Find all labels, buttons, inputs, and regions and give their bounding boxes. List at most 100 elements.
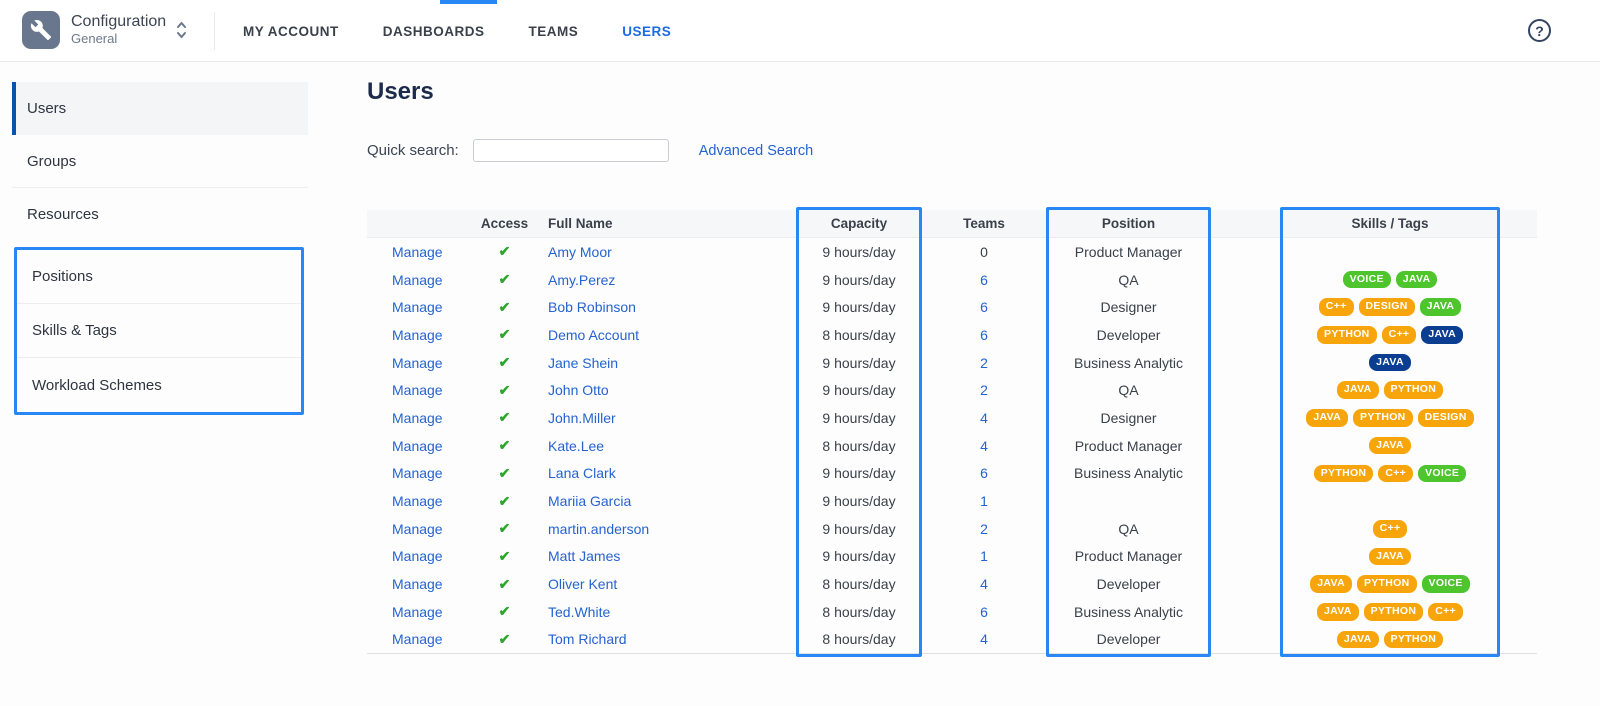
skill-tag: PYTHON — [1364, 603, 1424, 621]
skills-cell: VOICEJAVA — [1283, 271, 1497, 289]
sidebar-item-resources[interactable]: Resources — [12, 188, 308, 241]
access-check-icon: ✔ — [499, 520, 511, 536]
advanced-search-link[interactable]: Advanced Search — [699, 143, 813, 159]
skill-tag: PYTHON — [1384, 381, 1444, 399]
position-cell: Developer — [1049, 631, 1208, 647]
user-name-link[interactable]: Amy Moor — [548, 244, 612, 260]
sidebar-item-workload-schemes[interactable]: Workload Schemes — [17, 358, 301, 412]
help-icon[interactable]: ? — [1528, 19, 1551, 42]
topbar-divider — [214, 12, 215, 50]
manage-link[interactable]: Manage — [392, 576, 443, 592]
manage-link[interactable]: Manage — [392, 244, 443, 260]
skill-tag: DESIGN — [1418, 409, 1474, 427]
nav-item-users[interactable]: USERS — [622, 24, 671, 39]
teams-count-link[interactable]: 6 — [980, 272, 988, 288]
user-name-link[interactable]: Matt James — [548, 548, 620, 564]
manage-link[interactable]: Manage — [392, 521, 443, 537]
user-name-link[interactable]: Demo Account — [548, 327, 639, 343]
user-name-link[interactable]: martin.anderson — [548, 521, 649, 537]
teams-count-link[interactable]: 1 — [980, 493, 988, 509]
manage-link[interactable]: Manage — [392, 548, 443, 564]
chevron-up-down-icon[interactable] — [175, 19, 188, 41]
teams-count-link[interactable]: 2 — [980, 521, 988, 537]
full-name-cell: John Otto — [532, 382, 799, 398]
sidebar: Users Groups Resources Positions Skills & T… — [0, 62, 330, 415]
teams-count-link[interactable]: 4 — [980, 576, 988, 592]
user-name-link[interactable]: John Otto — [548, 382, 609, 398]
sidebar-highlight-box: Positions Skills & Tags Workload Schemes — [14, 247, 304, 415]
teams-count-link[interactable]: 6 — [980, 299, 988, 315]
skill-tag: JAVA — [1420, 298, 1462, 316]
teams-count-link[interactable]: 6 — [980, 327, 988, 343]
manage-link[interactable]: Manage — [392, 465, 443, 481]
skill-tag: JAVA — [1306, 409, 1348, 427]
user-name-link[interactable]: John.Miller — [548, 410, 616, 426]
manage-cell: Manage — [367, 299, 477, 315]
user-name-link[interactable]: Amy.Perez — [548, 272, 615, 288]
user-name-link[interactable]: Mariia Garcia — [548, 493, 631, 509]
manage-cell: Manage — [367, 355, 477, 371]
skill-tag: C++ — [1378, 465, 1413, 483]
skills-cell: JAVAPYTHON — [1283, 631, 1497, 649]
user-name-link[interactable]: Ted.White — [548, 604, 610, 620]
user-name-link[interactable]: Tom Richard — [548, 631, 627, 647]
app-switcher[interactable]: Configuration General — [22, 11, 188, 49]
skill-tag-list: C++DESIGNJAVA — [1283, 298, 1497, 316]
skills-cell: JAVAPYTHONVOICE — [1283, 575, 1497, 593]
teams-count-link[interactable]: 2 — [980, 355, 988, 371]
table-row: Manage✔Oliver Kent8 hours/day4DeveloperJ… — [367, 570, 1537, 598]
position-cell: Designer — [1049, 410, 1208, 426]
manage-link[interactable]: Manage — [392, 604, 443, 620]
user-name-link[interactable]: Lana Clark — [548, 465, 616, 481]
table-row: Manage✔Bob Robinson9 hours/day6DesignerC… — [367, 293, 1537, 321]
teams-count-link[interactable]: 1 — [980, 548, 988, 564]
sidebar-item-label: Resources — [27, 206, 99, 223]
quick-search-input[interactable] — [473, 139, 669, 162]
position-cell: QA — [1049, 382, 1208, 398]
manage-link[interactable]: Manage — [392, 355, 443, 371]
manage-link[interactable]: Manage — [392, 299, 443, 315]
teams-count-link[interactable]: 4 — [980, 438, 988, 454]
manage-link[interactable]: Manage — [392, 272, 443, 288]
teams-cell: 2 — [919, 355, 1049, 371]
position-cell: Product Manager — [1049, 438, 1208, 454]
nav-item-teams[interactable]: TEAMS — [529, 24, 579, 39]
user-name-link[interactable]: Bob Robinson — [548, 299, 636, 315]
nav-item-dashboards[interactable]: DASHBOARDS — [383, 24, 485, 39]
manage-link[interactable]: Manage — [392, 327, 443, 343]
teams-count-link[interactable]: 6 — [980, 465, 988, 481]
header-position: Position — [1049, 216, 1208, 231]
manage-link[interactable]: Manage — [392, 410, 443, 426]
full-name-cell: Kate.Lee — [532, 438, 799, 454]
access-check-icon: ✔ — [499, 271, 511, 287]
user-name-link[interactable]: Jane Shein — [548, 355, 618, 371]
manage-link[interactable]: Manage — [392, 382, 443, 398]
sidebar-item-label: Users — [27, 100, 66, 117]
teams-count-link[interactable]: 6 — [980, 604, 988, 620]
manage-link[interactable]: Manage — [392, 631, 443, 647]
sidebar-item-skills-tags[interactable]: Skills & Tags — [17, 304, 301, 358]
full-name-cell: martin.anderson — [532, 521, 799, 537]
capacity-cell: 9 hours/day — [799, 355, 919, 371]
skill-tag-list: JAVA — [1283, 548, 1497, 566]
teams-count-link[interactable]: 2 — [980, 382, 988, 398]
access-cell: ✔ — [477, 548, 532, 565]
manage-link[interactable]: Manage — [392, 493, 443, 509]
user-name-link[interactable]: Kate.Lee — [548, 438, 604, 454]
header-teams: Teams — [919, 216, 1049, 231]
manage-link[interactable]: Manage — [392, 438, 443, 454]
sidebar-item-label: Positions — [32, 268, 93, 285]
user-name-link[interactable]: Oliver Kent — [548, 576, 617, 592]
access-check-icon: ✔ — [499, 437, 511, 453]
teams-count-link[interactable]: 4 — [980, 410, 988, 426]
full-name-cell: Matt James — [532, 548, 799, 564]
teams-count-link[interactable]: 4 — [980, 631, 988, 647]
sidebar-item-users[interactable]: Users — [12, 82, 308, 135]
teams-cell: 4 — [919, 438, 1049, 454]
position-cell: Business Analytic — [1049, 355, 1208, 371]
sidebar-item-label: Skills & Tags — [32, 322, 117, 339]
sidebar-item-groups[interactable]: Groups — [12, 135, 308, 188]
nav-item-my-account[interactable]: MY ACCOUNT — [243, 24, 339, 39]
teams-cell: 0 — [919, 244, 1049, 260]
sidebar-item-positions[interactable]: Positions — [17, 250, 301, 304]
